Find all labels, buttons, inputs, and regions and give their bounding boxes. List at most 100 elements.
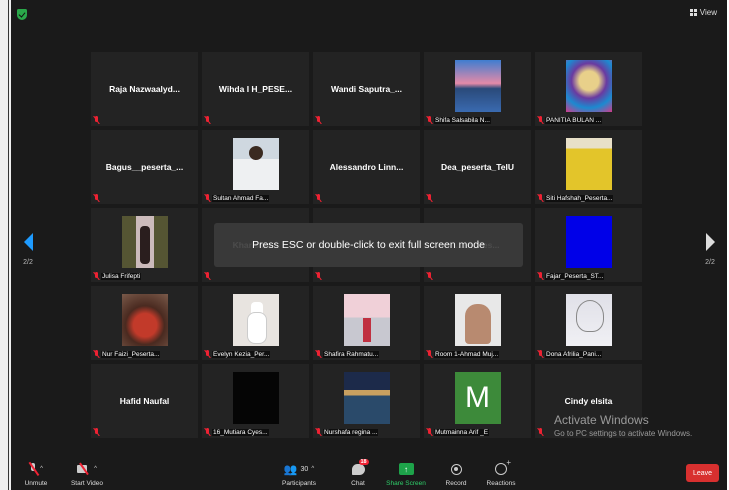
participants-button[interactable]: 👥 30 ^ Participants [279, 460, 319, 488]
participant-tile[interactable]: Nur Faizi_Peserta... [91, 286, 198, 360]
chevron-left-icon [23, 233, 33, 251]
participant-name-tag: PANITIA BULAN ... [537, 116, 640, 124]
meeting-toolbar: ^ Unmute ^ Start Video 👥 30 ^ Participants… [11, 454, 727, 490]
participant-label: Dona Afrilia_Pani... [545, 350, 603, 358]
participant-tile[interactable]: Dona Afrilia_Pani... [535, 286, 642, 360]
record-button[interactable]: Record [443, 460, 469, 487]
muted-mic-icon [315, 350, 321, 358]
participant-name-tag: Siti Hafshah_Peserta... [537, 194, 640, 202]
participant-tile[interactable]: M Mutmainna Arif _E [424, 364, 531, 438]
view-button[interactable]: View [689, 8, 717, 17]
muted-mic-icon [204, 116, 210, 124]
participant-tile[interactable]: Julisa Frifepti [91, 208, 198, 282]
participant-tile[interactable]: Evelyn Kezia_Per... [202, 286, 309, 360]
participant-tile[interactable]: Shafira Rahmatu... [313, 286, 420, 360]
participant-label: Mutmainna Arif _E [434, 428, 490, 436]
participant-label: Shifa Salsabila N... [434, 116, 491, 124]
share-screen-icon: ↑ [398, 463, 414, 475]
grid-icon [689, 9, 697, 16]
muted-mic-icon [204, 272, 210, 280]
participant-tile[interactable]: Dea_peserta_TelU [424, 130, 531, 204]
shield-icon[interactable] [17, 9, 27, 20]
caret-up-icon[interactable]: ^ [40, 466, 43, 472]
participant-display-name: Hafid Naufal [119, 396, 170, 406]
participant-video [454, 294, 501, 346]
participant-tile[interactable]: Room 1-Ahmad Muj... [424, 286, 531, 360]
video-off-icon [77, 464, 91, 474]
participant-tile[interactable]: Shifa Salsabila N... [424, 52, 531, 126]
participant-video [232, 138, 279, 190]
participant-name-tag: Mutmainna Arif _E [426, 428, 529, 436]
participant-tile[interactable]: Alessandro Linn... [313, 130, 420, 204]
participant-label: Shafira Rahmatu... [323, 350, 380, 358]
background-window-edge [0, 0, 11, 490]
participant-name-tag [93, 194, 196, 202]
chat-button[interactable]: 18 Chat [347, 458, 369, 487]
participant-name-tag: Dona Afrilia_Pani... [537, 350, 640, 358]
share-screen-button[interactable]: ↑ Share Screen [385, 460, 427, 487]
chat-icon: 18 [351, 458, 369, 475]
participant-tile[interactable]: Sultan Ahmad Fa... [202, 130, 309, 204]
participant-name-tag: Sultan Ahmad Fa... [204, 194, 307, 202]
participant-name-tag [93, 116, 196, 124]
participant-display-name: Alessandro Linn... [329, 162, 404, 172]
participant-display-name: Dea_peserta_TelU [440, 162, 515, 172]
caret-up-icon[interactable]: ^ [311, 466, 314, 472]
participant-name-tag [315, 116, 418, 124]
reaction-smiley-icon [495, 458, 511, 475]
muted-mic-icon [537, 350, 543, 358]
muted-mic-icon [93, 350, 99, 358]
participant-name-tag: Shafira Rahmatu... [315, 350, 418, 358]
start-video-label: Start Video [70, 480, 104, 487]
view-label: View [699, 8, 717, 17]
muted-mic-icon [315, 116, 321, 124]
muted-mic-icon [93, 272, 99, 280]
participant-tile[interactable]: Bagus__peserta_... [91, 130, 198, 204]
participant-tile[interactable]: Raja Nazwaalyd... [91, 52, 198, 126]
participant-video [232, 372, 279, 424]
chevron-right-icon [705, 233, 715, 251]
watermark-title: Activate Windows [554, 413, 649, 427]
participant-name-tag: Room 1-Ahmad Muj... [426, 350, 529, 358]
participants-label: Participants [282, 480, 316, 487]
participant-label: Siti Hafshah_Peserta... [545, 194, 614, 202]
participant-name-tag [204, 116, 307, 124]
participant-video [565, 138, 612, 190]
muted-mic-icon [426, 116, 432, 124]
muted-mic-icon [315, 272, 321, 280]
caret-up-icon[interactable]: ^ [94, 466, 97, 472]
start-video-button[interactable]: ^ Start Video [67, 460, 107, 487]
next-page-indicator: 2/2 [705, 259, 715, 266]
leave-button[interactable]: Leave [686, 464, 719, 482]
chat-badge: 18 [358, 458, 369, 465]
participant-tile[interactable]: Siti Hafshah_Peserta... [535, 130, 642, 204]
participant-display-name: Raja Nazwaalyd... [109, 84, 180, 94]
muted-mic-icon [93, 194, 99, 202]
reactions-label: Reactions [486, 480, 516, 487]
participant-name-tag: Shifa Salsabila N... [426, 116, 529, 124]
participant-tile[interactable]: PANITIA BULAN ... [535, 52, 642, 126]
participant-label: PANITIA BULAN ... [545, 116, 603, 124]
unmute-label: Unmute [24, 480, 48, 487]
participant-label: Room 1-Ahmad Muj... [434, 350, 500, 358]
participant-name-tag: Evelyn Kezia_Per... [204, 350, 307, 358]
participant-label: 16_Mutiara Cyes... [212, 428, 269, 436]
participant-name-tag [93, 428, 196, 436]
participant-tile[interactable]: Hafid Naufal [91, 364, 198, 438]
participant-name-tag [315, 272, 418, 280]
muted-mic-icon [93, 116, 99, 124]
record-icon [450, 463, 462, 475]
reactions-button[interactable]: Reactions [485, 458, 517, 487]
participant-name-tag [426, 272, 529, 280]
participant-tile[interactable]: Wihda I H_PESE... [202, 52, 309, 126]
participant-tile[interactable]: Wandi Saputra_... [313, 52, 420, 126]
prev-page-button[interactable]: 2/2 [13, 233, 43, 266]
unmute-button[interactable]: ^ Unmute [21, 460, 51, 487]
next-page-button[interactable]: 2/2 [695, 233, 725, 266]
participant-tile[interactable]: 16_Mutiara Cyes... [202, 364, 309, 438]
participant-video [121, 294, 168, 346]
participant-tile[interactable]: Fajar_Peserta_ST... [535, 208, 642, 282]
participant-tile[interactable]: Nurshafa regina ... [313, 364, 420, 438]
avatar: M [454, 372, 501, 424]
participant-video [565, 216, 612, 268]
